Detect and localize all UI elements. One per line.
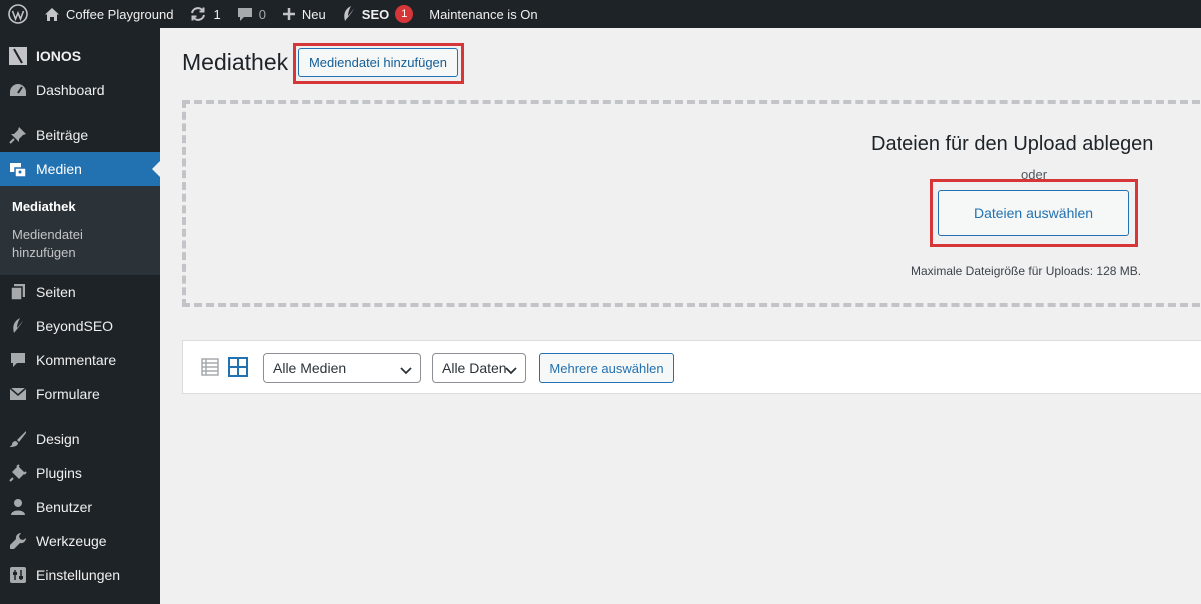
comment-icon — [9, 351, 27, 369]
site-name-link[interactable]: Coffee Playground — [36, 0, 181, 28]
submenu-item-add-media[interactable]: Mediendatei hinzufügen — [0, 221, 100, 267]
sidebar-item-label: Formulare — [36, 386, 100, 402]
media-type-filter[interactable]: Alle Medien — [263, 353, 421, 383]
page-title: Mediathek — [182, 49, 289, 75]
date-filter[interactable]: Alle Daten — [432, 353, 526, 383]
sidebar-item-label: Beiträge — [36, 127, 89, 143]
bulk-select-button[interactable]: Mehrere auswählen — [539, 353, 674, 383]
sidebar-item-label: Medien — [36, 161, 82, 177]
ionos-logo-icon — [9, 47, 27, 65]
chevron-down-icon — [400, 363, 412, 379]
settings-icon — [9, 566, 27, 584]
sidebar-item-label: Seiten — [36, 284, 76, 300]
plus-icon — [282, 7, 296, 21]
dropzone-title: Dateien für den Upload ablegen — [871, 133, 1154, 155]
beyondseo-icon — [342, 5, 356, 23]
sidebar-item-ionos[interactable]: IONOS — [0, 39, 160, 73]
updates-count: 1 — [213, 6, 221, 22]
media-submenu: Mediathek Mediendatei hinzufügen — [0, 186, 160, 275]
mail-icon — [9, 385, 27, 403]
brush-icon — [9, 430, 27, 448]
sidebar-item-beitraege[interactable]: Beiträge — [0, 118, 160, 152]
admin-bar: Coffee Playground 1 0 Neu SEO 1 Maintena… — [0, 0, 1201, 28]
select-files-button[interactable]: Dateien auswählen — [938, 190, 1129, 236]
list-view-icon[interactable] — [201, 358, 219, 381]
home-icon — [44, 7, 60, 22]
sidebar-item-label: Design — [36, 431, 80, 447]
sidebar-item-label: Dashboard — [36, 82, 105, 98]
comments-count: 0 — [258, 6, 266, 22]
sidebar-item-label: Benutzer — [36, 499, 93, 515]
sidebar-item-label: Kommentare — [36, 352, 117, 368]
maintenance-status[interactable]: Maintenance is On — [421, 0, 545, 28]
sidebar-item-design[interactable]: Design — [0, 422, 160, 456]
beyondseo-icon — [9, 317, 27, 335]
sidebar-item-label: BeyondSEO — [36, 318, 114, 334]
sidebar-item-seiten[interactable]: Seiten — [0, 275, 160, 309]
media-toolbar: Alle Medien Alle Daten Mehrere auswählen — [182, 340, 1201, 394]
sidebar-item-medien[interactable]: Medien — [0, 152, 160, 186]
sidebar-item-benutzer[interactable]: Benutzer — [0, 490, 160, 524]
updates-link[interactable]: 1 — [181, 0, 228, 28]
sidebar-item-label: Werkzeuge — [36, 533, 107, 549]
date-filter-value: Alle Daten — [442, 360, 507, 376]
new-label: Neu — [301, 6, 326, 22]
media-icon — [9, 160, 27, 178]
new-content-link[interactable]: Neu — [274, 0, 334, 28]
sidebar-item-label: Plugins — [36, 465, 82, 481]
sidebar-item-beyondseo[interactable]: BeyondSEO — [0, 309, 160, 343]
dashboard-icon — [9, 81, 27, 99]
user-icon — [9, 498, 27, 516]
pin-icon — [9, 126, 27, 144]
sidebar-item-label: IONOS — [36, 48, 82, 64]
wrench-icon — [9, 532, 27, 550]
sidebar-item-label: Einstellungen — [36, 567, 121, 583]
admin-sidebar: IONOS Dashboard Beiträge Medien Mediathe… — [0, 28, 160, 604]
grid-view-icon[interactable] — [228, 357, 248, 382]
sidebar-item-plugins[interactable]: Plugins — [0, 456, 160, 490]
sidebar-item-werkzeuge[interactable]: Werkzeuge — [0, 524, 160, 558]
comments-link[interactable]: 0 — [229, 0, 274, 28]
updates-icon — [189, 6, 207, 22]
seo-menu[interactable]: SEO 1 — [334, 0, 421, 28]
main-content: Mediathek Mediendatei hinzufügen Dateien… — [160, 28, 1201, 604]
sidebar-item-einstellungen[interactable]: Einstellungen — [0, 558, 160, 592]
maintenance-label: Maintenance is On — [429, 6, 538, 22]
site-name: Coffee Playground — [66, 6, 174, 22]
max-upload-size-text: Maximale Dateigröße für Uploads: 128 MB. — [911, 264, 1142, 278]
pages-icon — [9, 283, 27, 301]
add-media-button[interactable]: Mediendatei hinzufügen — [298, 48, 458, 77]
comment-icon — [237, 7, 253, 22]
sidebar-item-dashboard[interactable]: Dashboard — [0, 73, 160, 107]
plugin-icon — [9, 464, 27, 482]
seo-notification-badge: 1 — [395, 5, 414, 23]
sidebar-item-kommentare[interactable]: Kommentare — [0, 343, 160, 377]
sidebar-item-formulare[interactable]: Formulare — [0, 377, 160, 411]
seo-label: SEO — [361, 6, 390, 22]
wordpress-logo-icon[interactable] — [0, 0, 36, 28]
media-type-filter-value: Alle Medien — [273, 360, 347, 376]
chevron-down-icon — [505, 363, 517, 379]
submenu-item-mediathek[interactable]: Mediathek — [0, 193, 160, 221]
